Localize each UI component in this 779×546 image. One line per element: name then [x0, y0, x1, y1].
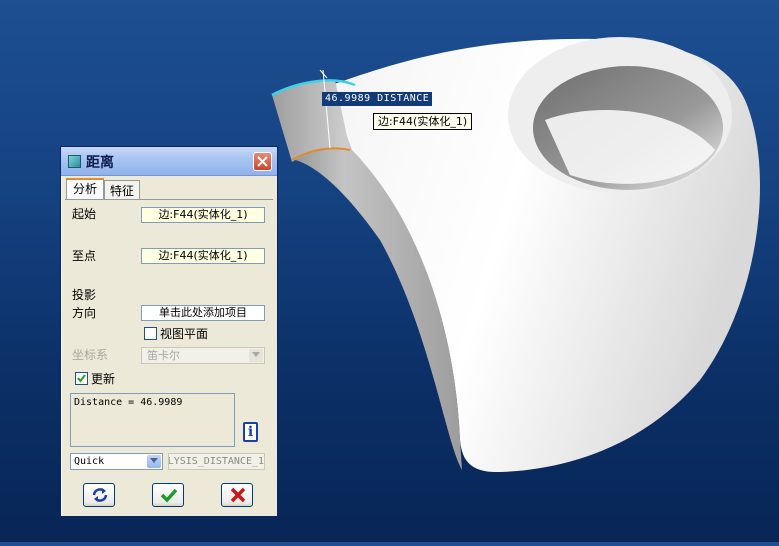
ok-button[interactable]	[152, 483, 184, 507]
cancel-button[interactable]	[221, 483, 253, 507]
coordinate-system-select: 笛卡尔	[141, 347, 265, 364]
view-plane-checkbox[interactable]	[144, 327, 157, 340]
direction-label: 方向	[72, 306, 97, 320]
close-button[interactable]	[253, 152, 272, 171]
x-icon	[230, 487, 246, 503]
view-plane-label: 视图平面	[160, 327, 209, 341]
from-reference-field[interactable]: 边:F44(实体化_1)	[141, 207, 265, 223]
close-icon	[257, 156, 268, 167]
dropdown-arrow[interactable]	[147, 455, 161, 468]
chevron-down-icon	[150, 458, 158, 463]
edge-reference-label: 边:F44(实体化_1)	[373, 113, 473, 130]
dialog-title: 距离	[86, 155, 114, 171]
checkmark-icon	[77, 374, 86, 383]
tab-panel-border	[65, 199, 273, 203]
dialog-titlebar[interactable]: 距离	[61, 147, 277, 176]
projection-label: 投影	[72, 288, 97, 302]
distance-dialog: 距离 分析 特征 起始 边:F44(实体化_1) 至点 边:F44(实体化_1)…	[60, 146, 278, 517]
repeat-button[interactable]	[83, 483, 115, 507]
info-icon[interactable]: i	[243, 422, 258, 442]
direction-field[interactable]: 单击此处添加项目	[141, 305, 265, 321]
analysis-mode-select[interactable]: Quick	[70, 453, 163, 470]
to-reference-field[interactable]: 边:F44(实体化_1)	[141, 248, 265, 264]
check-icon	[160, 488, 178, 503]
dropdown-arrow	[249, 349, 263, 362]
distance-readout: 46.9989 DISTANCE	[322, 92, 433, 106]
coordinate-system-label: 坐标系	[72, 348, 109, 362]
result-text-area[interactable]: Distance = 46.9989	[70, 393, 235, 447]
chevron-down-icon	[252, 352, 260, 357]
update-label: 更新	[91, 372, 116, 386]
tab-analysis[interactable]: 分析	[66, 178, 104, 200]
dialog-app-icon	[68, 155, 81, 168]
to-label: 至点	[72, 249, 97, 263]
coordinate-system-value: 笛卡尔	[147, 349, 180, 362]
update-checkbox[interactable]	[75, 372, 88, 385]
analysis-name-field[interactable]: ANALYSIS_DISTANCE_1	[168, 453, 265, 470]
analysis-mode-value: Quick	[74, 456, 105, 467]
repeat-icon	[92, 488, 108, 502]
tab-feature[interactable]: 特征	[104, 180, 140, 200]
from-label: 起始	[72, 207, 97, 221]
